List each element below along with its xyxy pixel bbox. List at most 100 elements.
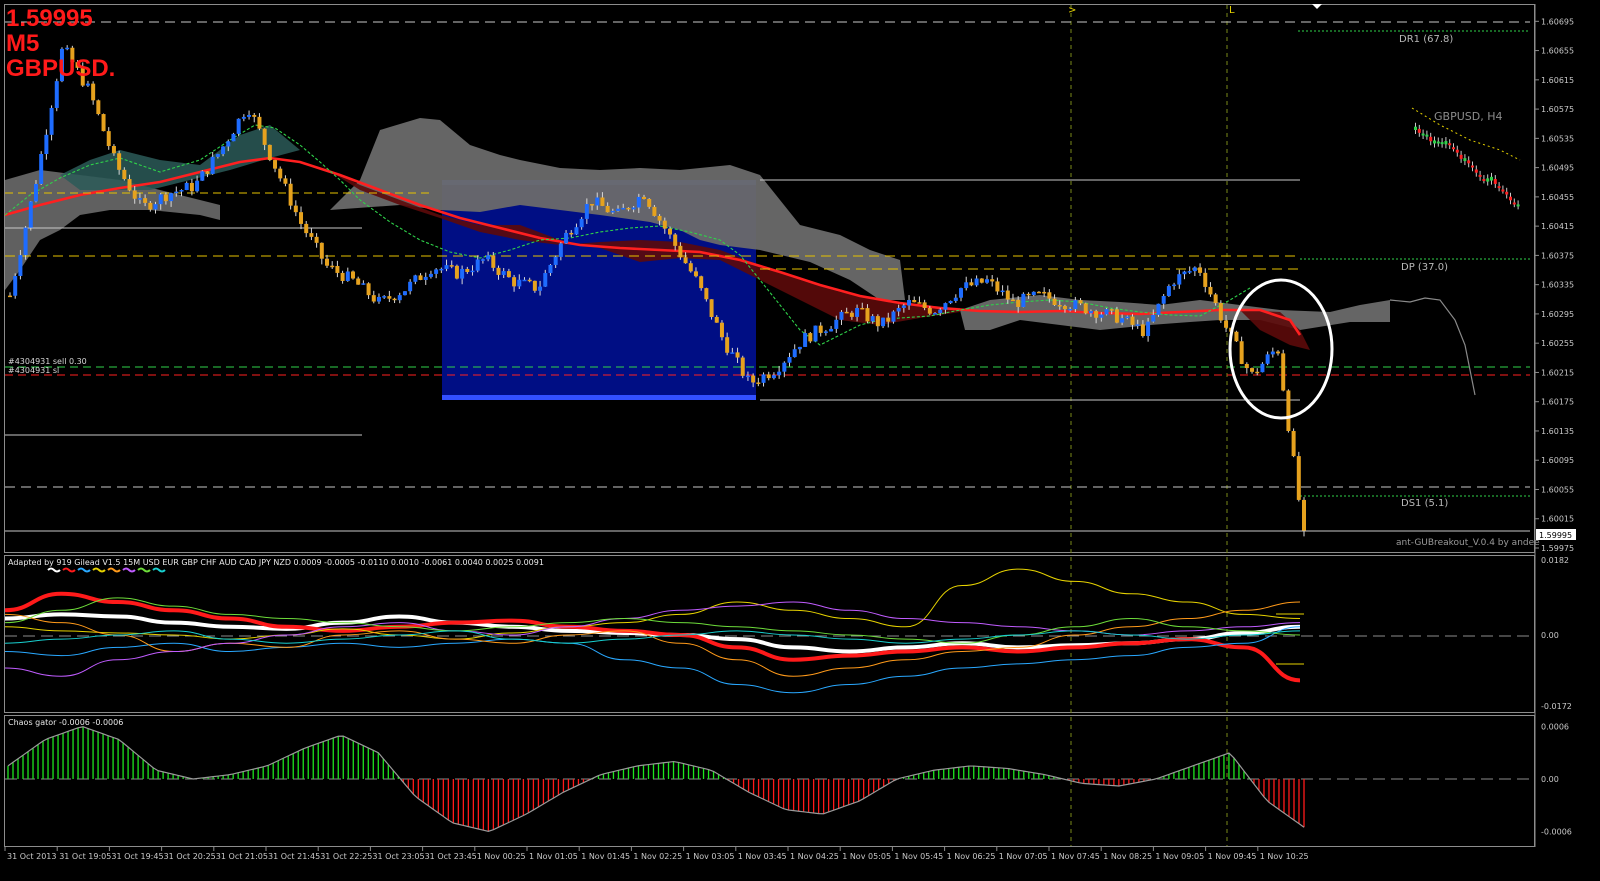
trading-chart[interactable]: GBPUSD, H4 #4304931 sell 0.30 #4304931 s…: [0, 0, 1600, 881]
inset-candle: [1448, 143, 1452, 146]
candle-body: [1166, 286, 1171, 296]
candle-body: [402, 291, 407, 296]
gator-tick-label: -0.0006: [1541, 828, 1572, 837]
current-price-label: 1.59995: [1539, 531, 1572, 540]
candle-body: [1208, 286, 1213, 295]
candle-body: [1172, 284, 1177, 287]
candle-body: [1026, 293, 1031, 296]
overlay-timeframe: M5: [6, 30, 40, 57]
candle-body: [600, 197, 605, 206]
candle-body: [631, 207, 636, 210]
inset-candle: [1516, 204, 1520, 207]
candle-body: [870, 316, 875, 322]
price-tick-label: 1.60335: [1541, 281, 1574, 290]
candle-body: [184, 182, 189, 191]
candle-body: [408, 281, 413, 292]
candle-body: [1177, 274, 1182, 285]
price-tick-label: 1.60615: [1541, 76, 1574, 85]
candle-body: [808, 333, 813, 342]
strength-tick-label: -0.0172: [1541, 702, 1572, 711]
inset-candle: [1452, 147, 1455, 150]
candle-body: [257, 116, 262, 129]
inset-candle: [1429, 136, 1433, 142]
candle-body: [330, 265, 335, 268]
candle-body: [844, 311, 849, 314]
candle-body: [719, 322, 724, 338]
candle-body: [127, 179, 132, 191]
inset-candle: [1482, 179, 1486, 182]
candle-body: [18, 255, 23, 276]
candle-body: [1125, 316, 1130, 319]
candle-body: [13, 275, 18, 296]
time-tick-label: 1 Nov 05:45: [894, 852, 943, 861]
candle-body: [995, 281, 1000, 292]
candle-body: [397, 295, 402, 301]
gator-tick-label: 0.0006: [1541, 722, 1569, 731]
candle-body: [621, 207, 626, 210]
price-tick-label: 1.60535: [1541, 134, 1574, 143]
candle-body: [132, 190, 137, 199]
candle-body: [771, 375, 776, 379]
candle-body: [782, 362, 787, 372]
candle-body: [662, 220, 667, 229]
candle-body: [553, 256, 558, 265]
candle-body: [512, 277, 517, 287]
inset-candle: [1467, 160, 1471, 164]
candle-body: [849, 312, 854, 317]
candle-body: [673, 234, 678, 246]
candle-body: [111, 146, 116, 154]
candle-body: [496, 267, 501, 275]
candle-body: [1042, 291, 1047, 294]
candle-body: [28, 201, 33, 228]
dr1-label: DR1 (67.8): [1399, 34, 1453, 45]
candle-body: [927, 307, 932, 314]
candle-body: [1000, 290, 1005, 293]
candle-body: [1255, 371, 1260, 374]
candle-body: [267, 144, 272, 161]
candle-body: [1031, 291, 1036, 296]
time-tick-label: 31 Oct 2013: [7, 852, 56, 861]
candle-body: [454, 265, 459, 279]
candle-body: [912, 299, 917, 303]
candle-body: [725, 337, 730, 353]
candle-body: [309, 233, 314, 237]
candle-body: [709, 299, 714, 317]
ds1-label: DS1 (5.1): [1401, 498, 1448, 509]
candle-body: [361, 283, 366, 285]
candle-body: [85, 83, 90, 86]
candle-body: [345, 271, 350, 281]
dp-label: DP (37.0): [1401, 262, 1448, 273]
candle-body: [1239, 341, 1244, 364]
candle-body: [1016, 299, 1021, 307]
candle-body: [1135, 324, 1140, 326]
candle-body: [23, 227, 28, 256]
candle-body: [1260, 363, 1265, 373]
candle-body: [974, 278, 979, 286]
candle-body: [787, 357, 792, 363]
candle-body: [1047, 292, 1052, 299]
candle-body: [730, 352, 735, 354]
candle-body: [65, 47, 70, 50]
candle-body: [1010, 299, 1015, 302]
candle-body: [231, 133, 236, 142]
price-tick-label: 1.60455: [1541, 193, 1574, 202]
price-tick-label: 1.60575: [1541, 105, 1574, 114]
candle-body: [714, 316, 719, 323]
candle-body: [1192, 267, 1197, 272]
breakout-box-bottom: [442, 395, 756, 400]
time-tick-label: 1 Nov 03:05: [686, 852, 735, 861]
price-tick-label: 1.60095: [1541, 456, 1574, 465]
candle-body: [8, 295, 12, 298]
candle-body: [465, 268, 470, 272]
strength-indicator-title: Adapted by 919 Gilead V1.5 15M USD EUR G…: [8, 558, 544, 567]
session-marker-end: L: [1229, 5, 1235, 16]
candle-body: [200, 171, 205, 181]
candle-body: [179, 190, 184, 192]
inset-candle: [1512, 202, 1516, 205]
candle-body: [1281, 353, 1286, 391]
candle-body: [101, 114, 106, 132]
candle-body: [829, 328, 834, 332]
candle-body: [678, 245, 683, 258]
time-tick-label: 31 Oct 21:05: [216, 852, 268, 861]
candle-body: [616, 208, 621, 211]
